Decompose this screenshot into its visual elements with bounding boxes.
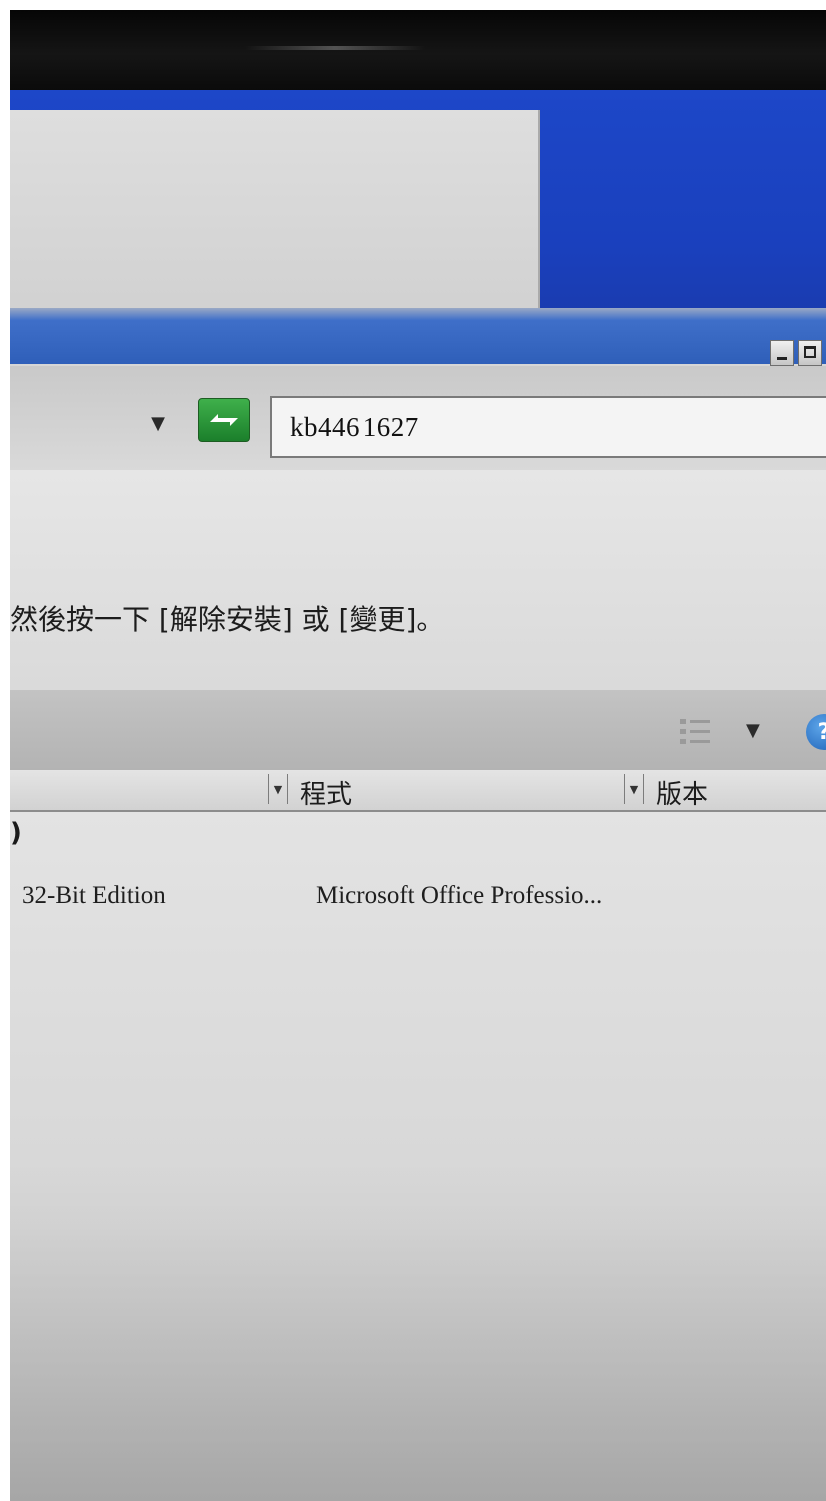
monitor-bezel bbox=[10, 10, 826, 90]
chevron-down-icon: ▼ bbox=[151, 412, 165, 434]
column-header-program[interactable]: 程式 bbox=[300, 774, 352, 811]
name-column-sort-button[interactable]: ▼ bbox=[268, 774, 288, 804]
maximize-button[interactable] bbox=[798, 340, 822, 366]
program-list bbox=[10, 812, 826, 1501]
refresh-button[interactable] bbox=[198, 398, 250, 442]
search-input-value: kb446 1627 bbox=[290, 412, 419, 442]
refresh-arrows-icon bbox=[210, 414, 238, 426]
view-options-icon[interactable] bbox=[678, 716, 712, 748]
maximize-icon bbox=[804, 346, 816, 358]
instruction-text: 然後按一下 [解除安裝] 或 [變更]。 bbox=[10, 603, 445, 636]
view-dropdown-icon[interactable]: ▼ bbox=[746, 720, 760, 741]
list-item-program[interactable]: Microsoft Office Professio... bbox=[316, 882, 602, 910]
column-header-version[interactable]: 版本 bbox=[656, 774, 708, 811]
group-header-fragment: ) bbox=[10, 818, 22, 848]
program-column-sort-button[interactable]: ▼ bbox=[624, 774, 644, 804]
search-input[interactable]: kb446 1627 bbox=[270, 396, 826, 458]
screen: ▼ kb446 1627 然後按一下 [解除安裝] 或 [變更]。 ▼ ? ▼ … bbox=[10, 10, 826, 1501]
content-header-area bbox=[10, 470, 826, 690]
chevron-down-icon: ▼ bbox=[273, 782, 283, 796]
chevron-down-icon: ▼ bbox=[629, 782, 639, 796]
address-dropdown-button[interactable]: ▼ bbox=[144, 410, 172, 436]
window-titlebar[interactable] bbox=[10, 308, 826, 364]
bezel-glare bbox=[245, 46, 425, 50]
help-icon-label: ? bbox=[818, 720, 826, 745]
list-item-name[interactable]: 32-Bit Edition bbox=[22, 882, 166, 910]
minimize-icon bbox=[777, 357, 787, 360]
minimize-button[interactable] bbox=[770, 340, 794, 366]
